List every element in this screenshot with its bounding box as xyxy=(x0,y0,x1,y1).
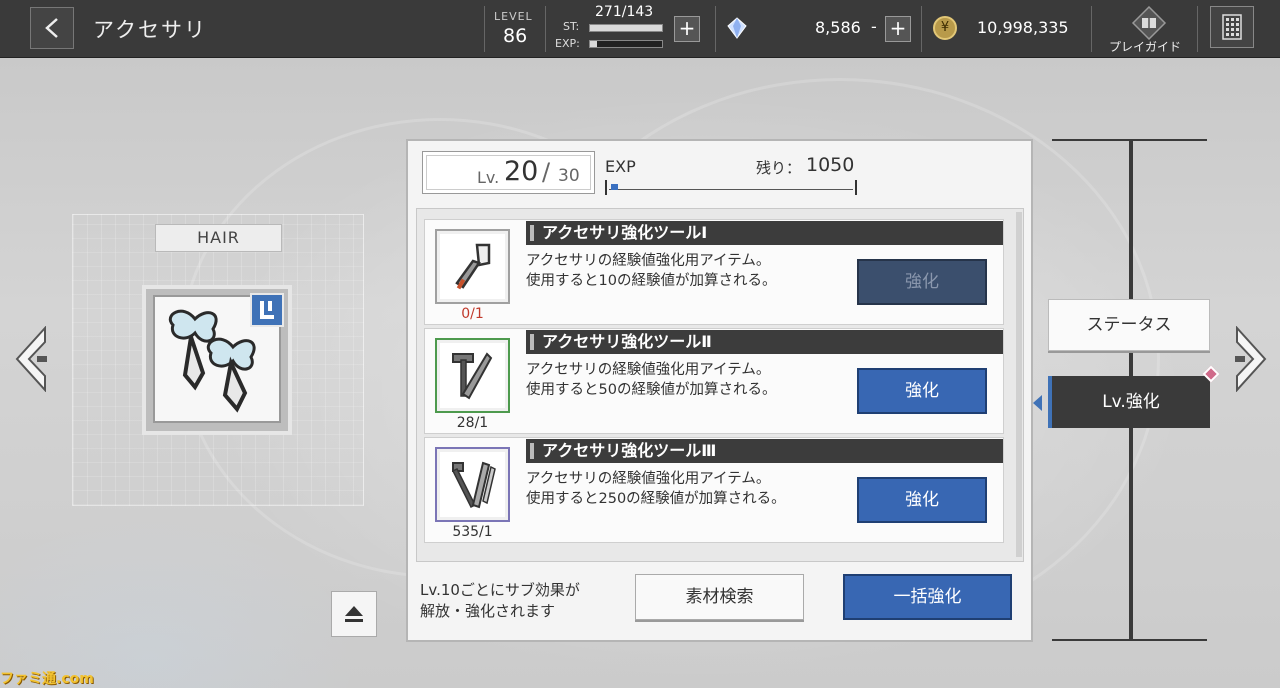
level-value: 86 xyxy=(503,25,528,47)
gem-count: 8,586 xyxy=(815,18,861,37)
divider xyxy=(715,6,716,52)
list-item: 28/1 アクセサリ強化ツールⅡ アクセサリの経験値強化用アイテム。 使用すると… xyxy=(424,328,1004,434)
accessory-max-level: 30 xyxy=(558,166,580,186)
chevron-left-icon xyxy=(45,18,58,38)
stamina-plus-button[interactable]: + xyxy=(674,16,700,42)
rarity-badge xyxy=(250,293,284,327)
grid-menu-icon xyxy=(1222,14,1242,40)
coin-icon: ¥ xyxy=(933,16,957,40)
enhance-button[interactable]: 強化 xyxy=(857,368,987,414)
tool-description-line: アクセサリの経験値強化用アイテム。 xyxy=(526,362,771,378)
tool-image[interactable] xyxy=(435,447,510,522)
divider xyxy=(545,6,546,52)
player-exp-bar xyxy=(589,40,663,48)
hammer-wrench-icon xyxy=(452,352,493,400)
tool-description-line: 使用すると50の経験値が加算される。 xyxy=(526,382,777,398)
active-tab-pointer xyxy=(1033,395,1042,411)
previous-arrow-icon[interactable] xyxy=(13,326,49,392)
divider xyxy=(921,6,922,52)
tool-image[interactable] xyxy=(435,338,510,413)
tool-description-line: 使用すると250の経験値が加算される。 xyxy=(526,491,786,507)
tool-name: アクセサリ強化ツールⅡ xyxy=(526,330,1003,354)
divider xyxy=(1091,6,1092,52)
scrollbar[interactable] xyxy=(1016,212,1022,557)
gem-plus-button[interactable]: + xyxy=(885,16,911,42)
watermark-logo: ファミ通.com xyxy=(0,671,94,687)
tool-count: 28/1 xyxy=(456,415,489,431)
rarity-icon xyxy=(260,301,274,319)
exp-progress-fill xyxy=(611,184,618,190)
tool-description: アクセサリの経験値強化用アイテム。 使用すると250の経験値が加算される。 xyxy=(526,469,786,509)
material-search-button[interactable]: 素材検索 xyxy=(635,574,804,620)
note-line: 解放・強化されます xyxy=(420,602,556,620)
gem-dash: - xyxy=(871,17,877,36)
rail-bottom xyxy=(1052,639,1207,641)
tool-description: アクセサリの経験値強化用アイテム。 使用すると10の経験値が加算される。 xyxy=(526,251,776,291)
tool-description-line: 使用すると10の経験値が加算される。 xyxy=(526,273,777,289)
slot-label: HAIR xyxy=(155,224,282,252)
gem-icon xyxy=(727,17,747,39)
page-title: アクセサリ xyxy=(93,18,207,42)
exp-title: EXP xyxy=(605,157,636,176)
level-prefix: Lv. xyxy=(477,168,500,187)
tab-status[interactable]: ステータス xyxy=(1048,299,1210,351)
enhance-button[interactable]: 強化 xyxy=(857,477,987,523)
enhance-button[interactable]: 強化 xyxy=(857,259,987,305)
list-item: 535/1 アクセサリ強化ツールⅢ アクセサリの経験値強化用アイテム。 使用する… xyxy=(424,437,1004,543)
cleaver-tool-icon xyxy=(455,243,491,290)
top-bar: アクセサリ LEVEL 86 271/143 ST: EXP: + 8,586 … xyxy=(0,0,1280,58)
divider xyxy=(1197,6,1198,52)
tool-name: アクセサリ強化ツールⅢ xyxy=(526,439,1003,463)
player-exp-label: EXP: xyxy=(555,37,580,50)
guide-book-icon[interactable] xyxy=(1131,6,1167,40)
menu-button[interactable] xyxy=(1210,6,1254,48)
tool-set-icon xyxy=(451,461,496,509)
exp-remaining-label: 残り： xyxy=(756,159,802,177)
list-item: 0/1 アクセサリ強化ツールⅠ アクセサリの経験値強化用アイテム。 使用すると1… xyxy=(424,219,1004,325)
stamina-bar xyxy=(589,24,663,32)
tool-name: アクセサリ強化ツールⅠ xyxy=(526,221,1003,245)
bulk-enhance-button[interactable]: 一括強化 xyxy=(843,574,1012,620)
eject-icon xyxy=(345,606,363,622)
coin-count: 10,998,335 xyxy=(977,18,1069,37)
exp-progress-bar xyxy=(605,180,857,195)
tool-count: 0/1 xyxy=(461,306,484,322)
collapse-button[interactable] xyxy=(331,591,377,637)
stamina-label: ST: xyxy=(563,20,580,33)
tool-image[interactable] xyxy=(435,229,510,304)
sub-effect-note: Lv.10ごとにサブ効果が 解放・強化されます xyxy=(420,580,580,622)
tool-count: 535/1 xyxy=(452,524,493,540)
stamina-value: 271/143 xyxy=(595,4,654,20)
divider xyxy=(484,6,485,52)
tool-description: アクセサリの経験値強化用アイテム。 使用すると50の経験値が加算される。 xyxy=(526,360,776,400)
accessory-level: 20 xyxy=(504,156,539,187)
level-slash: / xyxy=(542,158,551,186)
level-label: LEVEL xyxy=(494,10,533,23)
tab-level-up[interactable]: Lv.強化 xyxy=(1048,376,1210,428)
exp-remaining-value: 1050 xyxy=(806,154,855,176)
next-arrow-icon[interactable] xyxy=(1233,326,1269,392)
tool-description-line: アクセサリの経験値強化用アイテム。 xyxy=(526,471,771,487)
back-button[interactable] xyxy=(30,7,74,49)
note-line: Lv.10ごとにサブ効果が xyxy=(420,581,580,599)
tool-description-line: アクセサリの経験値強化用アイテム。 xyxy=(526,253,771,269)
play-guide-label[interactable]: プレイガイド xyxy=(1109,38,1181,55)
